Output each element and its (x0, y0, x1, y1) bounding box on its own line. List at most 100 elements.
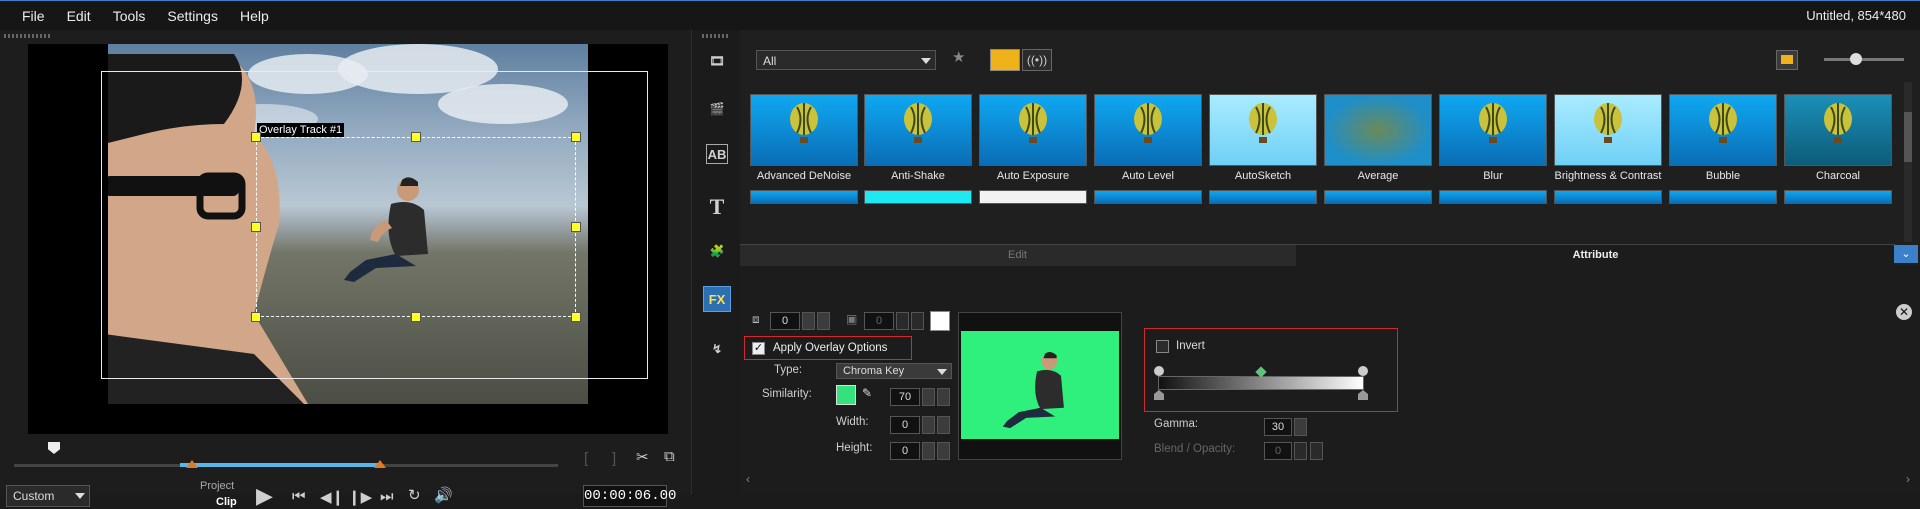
blend-opacity-menu-btn[interactable] (1310, 442, 1323, 460)
filter-thumbnail[interactable] (750, 94, 858, 166)
blend-opacity-spinner-btn[interactable] (1294, 442, 1307, 460)
go-to-end-icon[interactable]: ⏭ (380, 488, 394, 505)
thumbnail-size-slider[interactable] (1824, 58, 1904, 61)
filter-thumbnail[interactable] (1439, 190, 1547, 204)
filter-thumbnail[interactable] (1554, 190, 1662, 204)
resize-handle-bm[interactable] (411, 312, 421, 322)
preview-window[interactable]: Overlay Track #1 (28, 44, 668, 434)
border-spinner-btn[interactable] (802, 312, 815, 330)
repeat-icon[interactable]: ↻ (408, 486, 421, 504)
width-spinner[interactable]: 0 (890, 416, 920, 434)
mark-in-icon[interactable]: [ (584, 450, 588, 467)
filter-thumbnail[interactable] (1669, 94, 1777, 166)
invert-label[interactable]: Invert (1176, 340, 1205, 352)
gradient-stop-left[interactable] (1154, 366, 1164, 376)
resize-handle-mr[interactable] (571, 222, 581, 232)
resize-handle-tr[interactable] (571, 132, 581, 142)
timecode-display[interactable]: 00:00:06.00 (583, 485, 676, 507)
panel-grip[interactable] (4, 34, 50, 38)
filter-thumbnail[interactable] (1439, 94, 1547, 166)
border-menu-btn[interactable] (817, 312, 830, 330)
filter-thumbnail[interactable] (864, 190, 972, 204)
menu-file[interactable]: File (11, 8, 56, 24)
filter-thumbnail[interactable] (1209, 190, 1317, 204)
filter-thumbnail[interactable] (1324, 190, 1432, 204)
filter-thumbnail[interactable] (1324, 94, 1432, 166)
border-spinner[interactable]: 0 (770, 312, 800, 330)
filter-thumbnail[interactable] (1669, 190, 1777, 204)
menu-edit[interactable]: Edit (56, 8, 102, 24)
thumbnail-view-icon[interactable] (1776, 50, 1798, 70)
project-mode-label[interactable]: Project (200, 480, 234, 492)
apply-overlay-label[interactable]: Apply Overlay Options (773, 342, 887, 354)
transition-icon[interactable]: AB (706, 144, 728, 164)
instant-project-icon[interactable]: 🎬 (703, 96, 731, 122)
library-filter-select[interactable]: All (756, 50, 936, 70)
overlay-type-select[interactable]: Chroma Key (836, 363, 952, 379)
scrubber-handle[interactable] (48, 442, 60, 454)
resize-handle-bl[interactable] (251, 312, 261, 322)
trim-marker-in[interactable] (186, 460, 198, 468)
slider-knob[interactable] (1850, 53, 1862, 65)
mask-gradient-bar[interactable] (1158, 376, 1364, 390)
close-icon[interactable]: ✕ (1896, 304, 1912, 320)
tab-attribute[interactable]: Attribute (1296, 245, 1895, 266)
blend-opacity-spinner[interactable]: 0 (1264, 442, 1292, 460)
enlarge-icon[interactable]: ⧉ (664, 448, 675, 465)
title-icon[interactable]: T (703, 194, 731, 220)
key-color-swatch[interactable] (836, 385, 856, 405)
filter-thumbnail[interactable] (1094, 190, 1202, 204)
mark-out-icon[interactable]: ] (612, 450, 616, 467)
height-menu-btn[interactable] (937, 442, 950, 460)
clip-mode-label[interactable]: Clip (216, 496, 237, 508)
filter-fx-icon[interactable]: FX (703, 286, 731, 312)
border-color-swatch[interactable] (930, 311, 950, 331)
similarity-menu-btn[interactable] (937, 388, 950, 406)
similarity-spinner-btn[interactable] (922, 388, 935, 406)
next-frame-icon[interactable]: ❙▶ (348, 488, 372, 506)
width-menu-btn[interactable] (937, 416, 950, 434)
gamma-spinner[interactable]: 30 (1264, 418, 1292, 436)
tab-edit[interactable]: Edit (740, 245, 1295, 266)
go-to-start-icon[interactable]: ⏮ (292, 488, 306, 505)
shadow-menu-btn[interactable] (911, 312, 924, 330)
similarity-spinner[interactable]: 70 (890, 388, 920, 406)
eyedropper-icon[interactable]: ✎ (862, 386, 872, 400)
filter-thumbnail[interactable] (1209, 94, 1317, 166)
media-icon[interactable]: 🎞 (703, 48, 731, 74)
collapse-options-icon[interactable]: ⌄ (1894, 245, 1918, 263)
filter-thumbnail[interactable] (750, 190, 858, 204)
filter-thumbnail[interactable] (1554, 94, 1662, 166)
apply-overlay-checkbox[interactable]: ✓ (752, 342, 765, 355)
invert-checkbox[interactable] (1156, 340, 1169, 353)
trim-marker-out[interactable] (374, 460, 386, 468)
scroll-right-icon[interactable]: › (1906, 472, 1910, 486)
split-clip-icon[interactable]: ✂ (636, 448, 649, 466)
filter-thumbnail[interactable] (979, 94, 1087, 166)
filter-thumbnail[interactable] (979, 190, 1087, 204)
graphic-icon[interactable]: 🧩 (703, 238, 731, 264)
menu-help[interactable]: Help (229, 8, 280, 24)
preview-mode-select[interactable]: Custom (6, 485, 90, 507)
gamma-spinner-btn[interactable] (1294, 418, 1307, 436)
resize-handle-tm[interactable] (411, 132, 421, 142)
add-to-favorites-icon[interactable]: ★ (952, 48, 965, 66)
height-spinner[interactable]: 0 (890, 442, 920, 460)
resize-handle-br[interactable] (571, 312, 581, 322)
menu-settings[interactable]: Settings (156, 8, 229, 24)
filter-thumbnail[interactable] (1784, 94, 1892, 166)
overlay-selection-box[interactable] (256, 137, 576, 317)
height-spinner-btn[interactable] (922, 442, 935, 460)
previous-frame-icon[interactable]: ◀❙ (320, 488, 344, 506)
width-spinner-btn[interactable] (922, 416, 935, 434)
library-scrollbar[interactable] (1904, 82, 1912, 242)
path-icon[interactable]: ↯ (703, 336, 731, 362)
gradient-stop-right[interactable] (1358, 366, 1368, 376)
resize-handle-tl[interactable] (251, 132, 261, 142)
filter-thumbnail[interactable] (864, 94, 972, 166)
audio-filter-toggle[interactable]: ((•)) (1022, 49, 1052, 71)
shadow-spinner[interactable]: 0 (864, 312, 894, 330)
resize-handle-ml[interactable] (251, 222, 261, 232)
scroll-left-icon[interactable]: ‹ (746, 472, 750, 486)
video-filter-toggle[interactable] (990, 49, 1020, 71)
